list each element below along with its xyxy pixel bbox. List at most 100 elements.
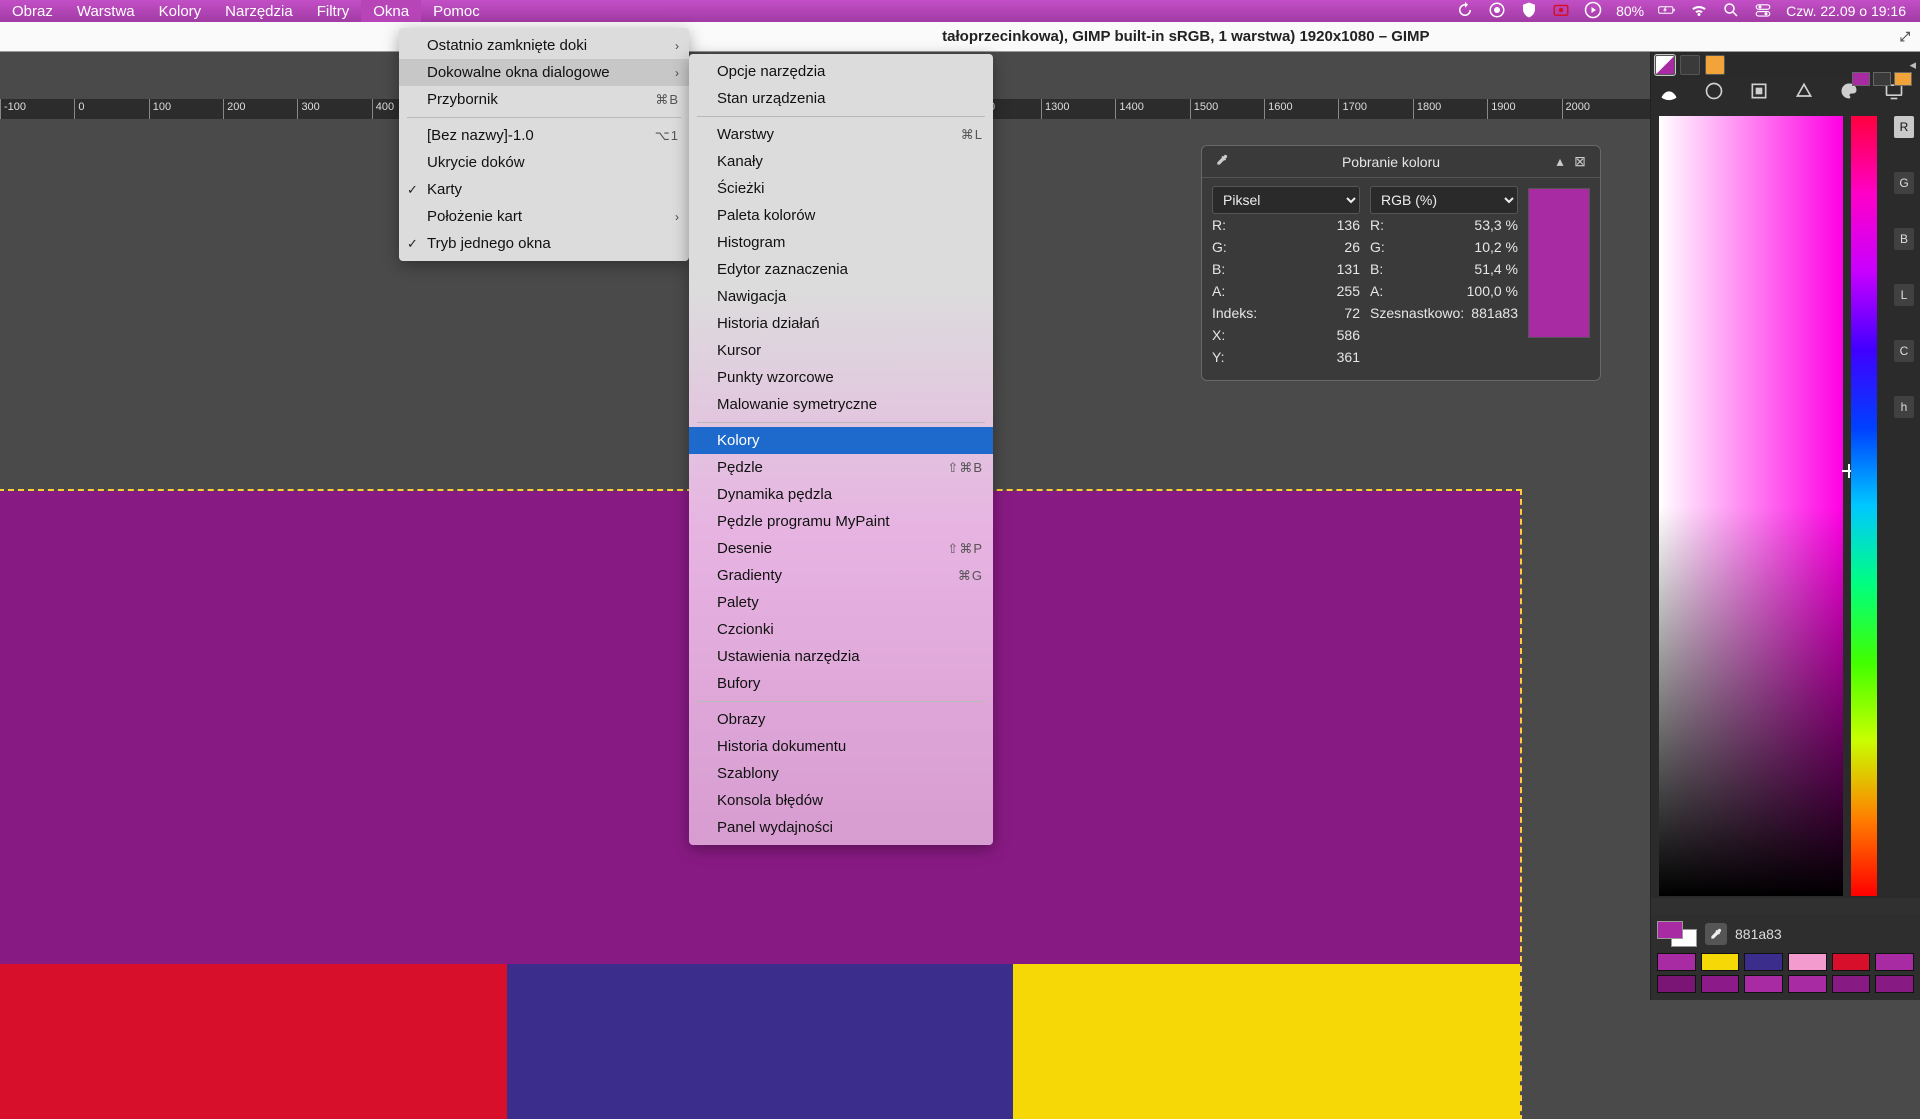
menu2-item[interactable]: Ustawienia narzędzia [689, 643, 993, 670]
right-dock: ◂ R G B L Ch 881a83 [1650, 52, 1920, 1000]
channel-C[interactable]: C [1894, 340, 1914, 362]
picker-title: Pobranie koloru [1232, 154, 1550, 170]
menu2-item[interactable]: Czcionki [689, 616, 993, 643]
menu2-item[interactable]: Kanały [689, 148, 993, 175]
menu2-item[interactable]: Pędzle⇧⌘B [689, 454, 993, 481]
menu2-item[interactable]: Dynamika pędzla [689, 481, 993, 508]
menu2-item[interactable]: Ścieżki [689, 175, 993, 202]
menu2-item[interactable]: Opcje narzędzia [689, 58, 993, 85]
dock-tab-fgbg[interactable] [1655, 55, 1675, 75]
picker-mode-left[interactable]: Piksel [1212, 186, 1360, 214]
recent-swatch[interactable] [1657, 953, 1696, 971]
recent-swatch[interactable] [1701, 975, 1740, 993]
wifi-icon[interactable] [1690, 1, 1708, 22]
menu1-item[interactable]: Położenie kart› [399, 203, 689, 230]
menu2-item[interactable]: Historia dokumentu [689, 733, 993, 760]
menu-pomoc[interactable]: Pomoc [421, 0, 492, 22]
picker-line: B:51,4 % [1370, 258, 1518, 280]
picker-line: Y:361 [1212, 346, 1360, 368]
menu2-item[interactable]: Warstwy⌘L [689, 121, 993, 148]
clock-text[interactable]: Czw. 22.09 o 19:16 [1786, 3, 1906, 19]
fgbg-swatch[interactable] [1657, 921, 1697, 947]
screenshot-icon[interactable] [1552, 1, 1570, 22]
menu-warstwa[interactable]: Warstwa [65, 0, 147, 22]
menu2-item[interactable]: Gradienty⌘G [689, 562, 993, 589]
channel-L[interactable]: L [1894, 284, 1914, 306]
menu-filtry[interactable]: Filtry [305, 0, 362, 22]
saturation-value-box[interactable] [1659, 116, 1843, 896]
menu2-item[interactable]: Nawigacja [689, 283, 993, 310]
color-picker-popover[interactable]: Pobranie koloru ▴ ⊠ Piksel R:136G:26B:13… [1201, 145, 1601, 381]
menu2-item[interactable]: Bufory [689, 670, 993, 697]
dock-corner-tabs [1852, 72, 1912, 86]
model-square-icon[interactable] [1749, 81, 1769, 106]
eyedropper-button[interactable] [1705, 923, 1727, 945]
recent-swatch[interactable] [1788, 953, 1827, 971]
channel-G[interactable]: G [1894, 172, 1914, 194]
recent-swatch[interactable] [1701, 953, 1740, 971]
menu1-item[interactable]: Ostatnio zamknięte doki› [399, 32, 689, 59]
menu2-item[interactable]: Pędzle programu MyPaint [689, 508, 993, 535]
chevron-up-icon[interactable]: ▴ [1550, 153, 1570, 170]
menu1-item[interactable]: Przybornik⌘B [399, 86, 689, 113]
control-center-icon[interactable] [1754, 1, 1772, 22]
dock-tab-3[interactable] [1705, 55, 1725, 75]
hex-value[interactable]: 881a83 [1735, 926, 1782, 942]
recent-swatch[interactable] [1744, 953, 1783, 971]
menu1-item[interactable]: Ukrycie doków [399, 149, 689, 176]
menu2-item[interactable]: Edytor zaznaczenia [689, 256, 993, 283]
menu1-item[interactable]: Dokowalne okna dialogowe› [399, 59, 689, 86]
eyedropper-icon[interactable] [1212, 153, 1232, 170]
expand-icon[interactable]: ⤢ [1900, 29, 1910, 45]
menu1-item[interactable]: ✓Karty [399, 176, 689, 203]
picker-line: X:586 [1212, 324, 1360, 346]
model-triangle-icon[interactable] [1794, 81, 1814, 106]
menu2-item[interactable]: Kursor [689, 337, 993, 364]
menu2-item[interactable]: Stan urządzenia [689, 85, 993, 112]
shield-icon[interactable] [1520, 1, 1538, 22]
menu2-item[interactable]: Punkty wzorcowe [689, 364, 993, 391]
menu2-item[interactable]: Kolory [689, 427, 993, 454]
corner-tab-2[interactable] [1873, 72, 1891, 86]
menu-kolory[interactable]: Kolory [147, 0, 214, 22]
recent-swatch[interactable] [1832, 975, 1871, 993]
menu2-item[interactable]: Histogram [689, 229, 993, 256]
recent-swatch[interactable] [1657, 975, 1696, 993]
dock-tab-2[interactable] [1680, 55, 1700, 75]
recent-swatch[interactable] [1875, 953, 1914, 971]
picker-mode-right[interactable]: RGB (%) [1370, 186, 1518, 214]
menu-narzędzia[interactable]: Narzędzia [213, 0, 305, 22]
menu2-item[interactable]: Panel wydajności [689, 814, 993, 841]
menu2-item[interactable]: Obrazy [689, 706, 993, 733]
corner-tab-1[interactable] [1852, 72, 1870, 86]
model-circle-icon[interactable] [1704, 81, 1724, 106]
menu2-item[interactable]: Palety [689, 589, 993, 616]
recent-swatch[interactable] [1875, 975, 1914, 993]
picker-line: G:26 [1212, 236, 1360, 258]
menu2-item[interactable]: Desenie⇧⌘P [689, 535, 993, 562]
menu-obraz[interactable]: Obraz [0, 0, 65, 22]
sync-icon[interactable] [1456, 1, 1474, 22]
channel-B[interactable]: B [1894, 228, 1914, 250]
menu2-item[interactable]: Paleta kolorów [689, 202, 993, 229]
recent-swatch[interactable] [1744, 975, 1783, 993]
close-icon[interactable]: ⊠ [1570, 153, 1590, 170]
play-icon[interactable] [1584, 1, 1602, 22]
recent-swatch[interactable] [1832, 953, 1871, 971]
record-icon[interactable] [1488, 1, 1506, 22]
menu1-item[interactable]: ✓Tryb jednego okna [399, 230, 689, 257]
menu1-item[interactable]: [Bez nazwy]-1.0⌥1 [399, 122, 689, 149]
model-gimp-icon[interactable] [1659, 81, 1679, 106]
recent-swatch[interactable] [1788, 975, 1827, 993]
menu2-item[interactable]: Malowanie symetryczne [689, 391, 993, 418]
corner-tab-3[interactable] [1894, 72, 1912, 86]
menu2-item[interactable]: Konsola błędów [689, 787, 993, 814]
channel-h[interactable]: h [1894, 396, 1914, 418]
dock-menu-icon[interactable]: ◂ [1909, 57, 1916, 73]
hue-bar[interactable] [1851, 116, 1877, 896]
menu2-item[interactable]: Szablony [689, 760, 993, 787]
channel-R[interactable]: R [1894, 116, 1914, 138]
search-icon[interactable] [1722, 1, 1740, 22]
menu-okna[interactable]: Okna [361, 0, 421, 22]
menu2-item[interactable]: Historia działań [689, 310, 993, 337]
